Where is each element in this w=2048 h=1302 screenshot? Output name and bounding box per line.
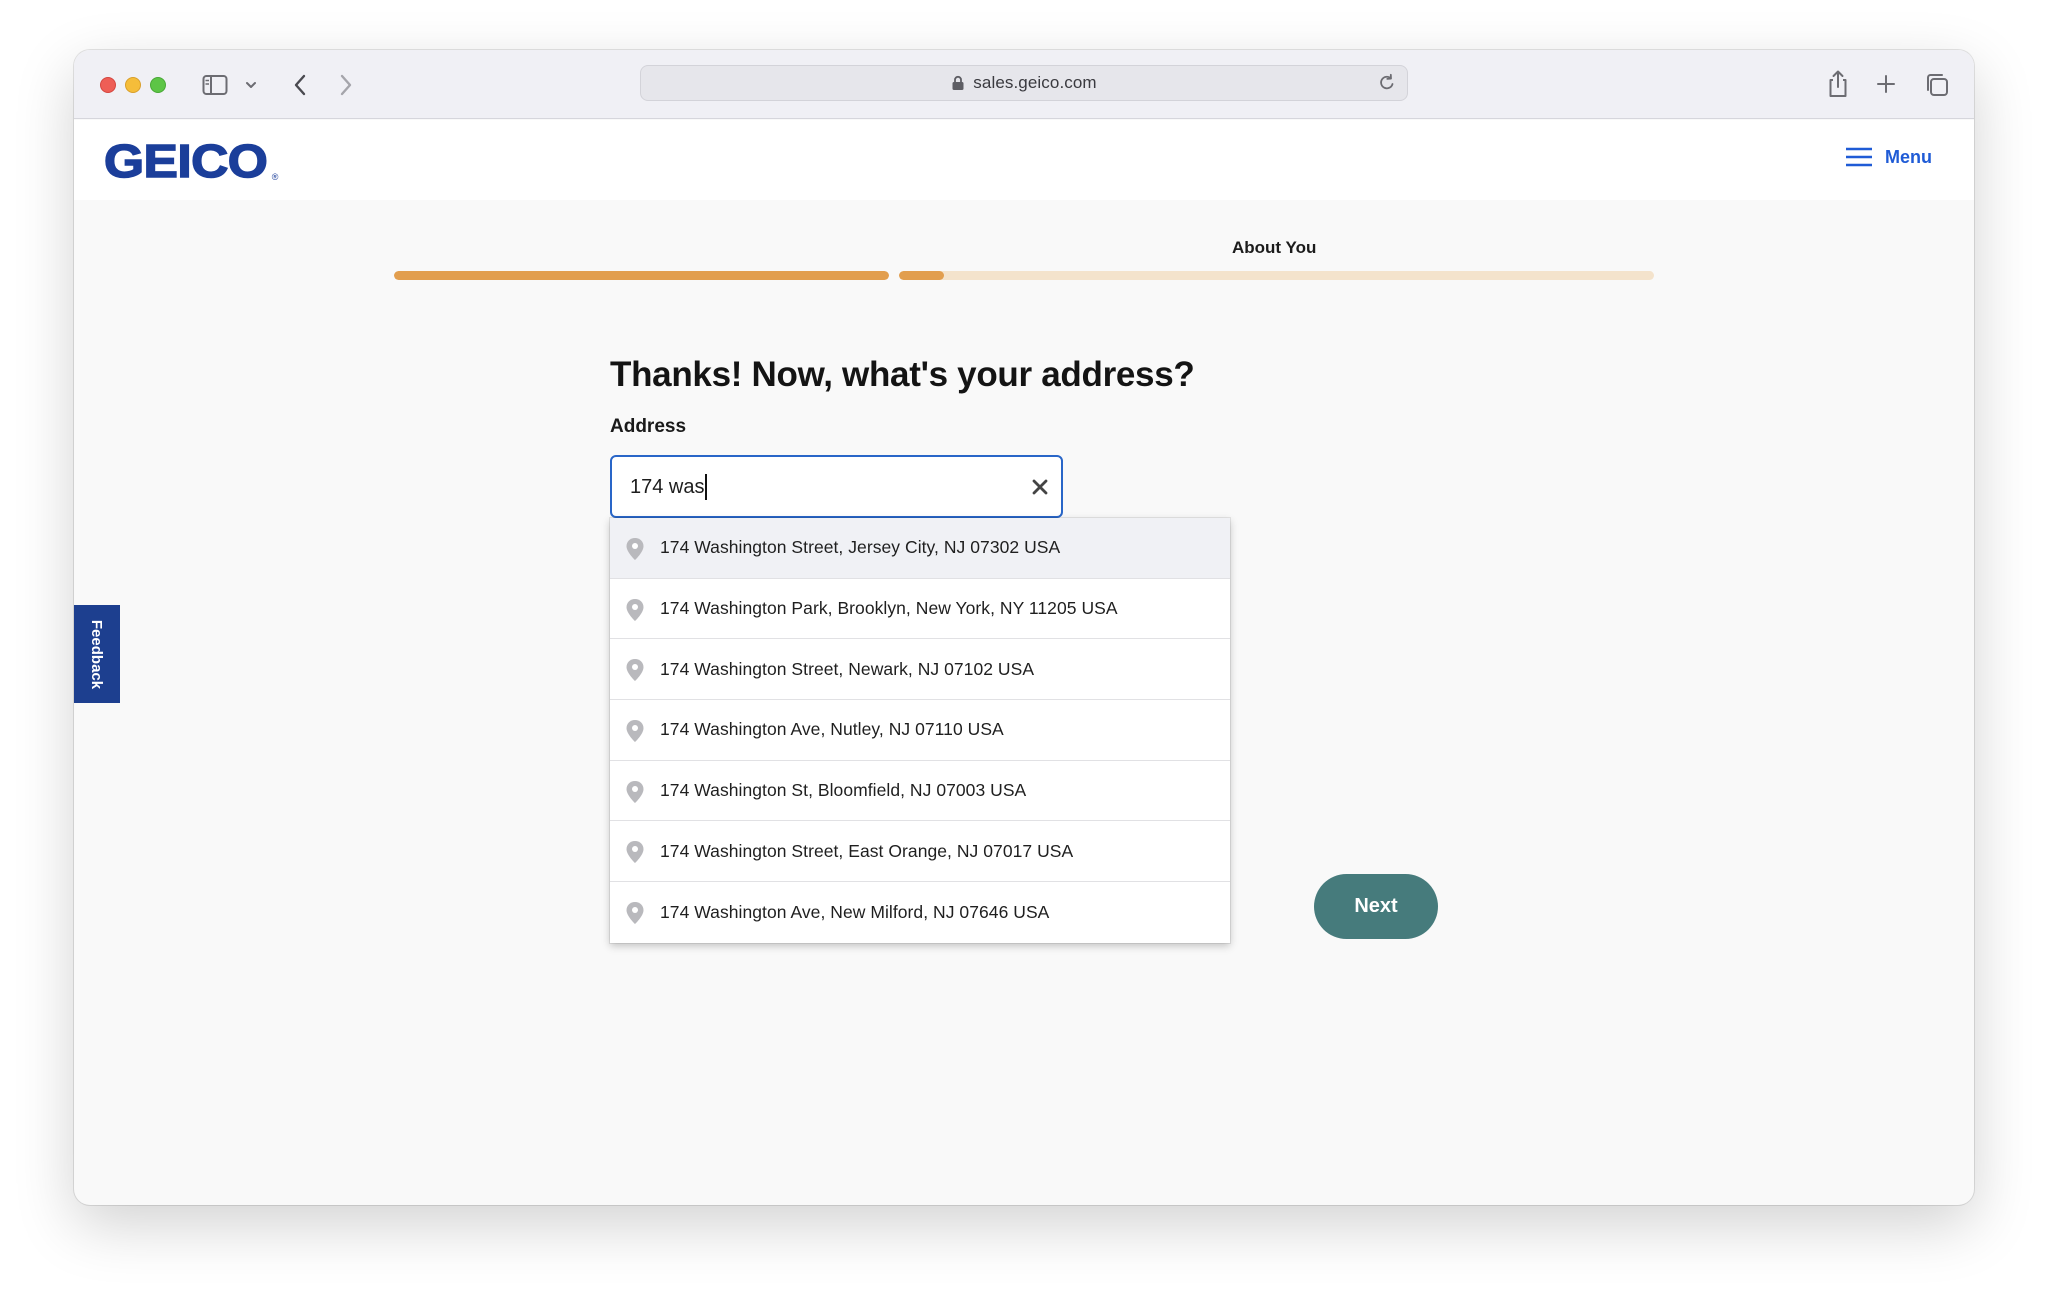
suggestion-item[interactable]: 174 Washington Street, Newark, NJ 07102 … [610,639,1230,701]
tab-overview-icon[interactable] [1922,70,1952,100]
progress-fill-1 [394,271,889,280]
site-header: GEICO ® Menu [74,120,1974,200]
share-icon[interactable] [1824,68,1852,100]
next-button[interactable]: Next [1314,874,1438,939]
suggestion-text: 174 Washington Park, Brooklyn, New York,… [660,598,1118,619]
progress-segment-1 [394,271,889,280]
suggestion-item[interactable]: 174 Washington Ave, Nutley, NJ 07110 USA [610,700,1230,761]
page-title: Thanks! Now, what's your address? [610,355,1195,394]
suggestion-item[interactable]: 174 Washington Street, East Orange, NJ 0… [610,821,1230,883]
progress-segment-2 [899,271,1654,280]
suggestion-text: 174 Washington Ave, Nutley, NJ 07110 USA [660,719,1004,740]
suggestion-text: 174 Washington Street, East Orange, NJ 0… [660,840,1074,861]
suggestion-text: 174 Washington Ave, New Milford, NJ 0764… [660,901,1050,922]
menu-label: Menu [1885,146,1932,167]
maximize-window-button[interactable] [150,77,166,93]
url-text: sales.geico.com [973,73,1097,92]
hamburger-icon [1845,146,1873,168]
logo-registered-mark: ® [271,172,279,182]
suggestion-text: 174 Washington St, Bloomfield, NJ 07003 … [660,780,1027,801]
close-window-button[interactable] [100,77,116,93]
lock-icon [951,75,965,91]
minimize-window-button[interactable] [125,77,141,93]
address-bar[interactable]: sales.geico.com [640,65,1408,101]
address-input[interactable] [630,471,1020,503]
suggestion-item[interactable]: 174 Washington Park, Brooklyn, New York,… [610,578,1230,640]
forward-arrow-icon[interactable] [332,70,360,100]
geico-logo[interactable]: GEICO ® [103,135,279,187]
clear-icon[interactable] [1029,476,1051,498]
progress-fill-2 [899,271,945,280]
suggestion-item[interactable]: 174 Washington St, Bloomfield, NJ 07003 … [610,760,1230,822]
location-pin-icon [625,901,645,925]
plus-icon[interactable] [1872,70,1900,98]
back-arrow-icon[interactable] [286,70,314,100]
address-label: Address [610,416,687,437]
progress-step-label: About You [1232,238,1317,257]
sidebar-icon[interactable] [202,72,228,98]
browser-titlebar: sales.geico.com [74,50,1974,119]
feedback-tab[interactable]: Feedback [74,605,120,703]
text-caret [705,474,708,500]
suggestion-text: 174 Washington Street, Newark, NJ 07102 … [660,658,1035,679]
chevron-down-icon[interactable] [241,74,261,96]
location-pin-icon [625,780,645,804]
menu-button[interactable]: Menu [1845,146,1932,168]
location-pin-icon [625,719,645,743]
feedback-label: Feedback [88,619,106,689]
logo-text: GEICO [103,135,268,187]
suggestion-text: 174 Washington Street, Jersey City, NJ 0… [660,537,1061,558]
address-suggestions-list: 174 Washington Street, Jersey City, NJ 0… [610,518,1230,943]
suggestion-item[interactable]: 174 Washington Ave, New Milford, NJ 0764… [610,882,1230,943]
address-field[interactable] [610,455,1063,518]
browser-window: sales.geico.com GEICO ® Menu Feedback Ab… [74,50,1974,1205]
location-pin-icon [625,840,645,864]
reload-icon[interactable] [1377,73,1397,93]
location-pin-icon [625,658,645,682]
location-pin-icon [625,598,645,622]
location-pin-icon [625,537,645,561]
suggestion-item[interactable]: 174 Washington Street, Jersey City, NJ 0… [610,518,1230,579]
